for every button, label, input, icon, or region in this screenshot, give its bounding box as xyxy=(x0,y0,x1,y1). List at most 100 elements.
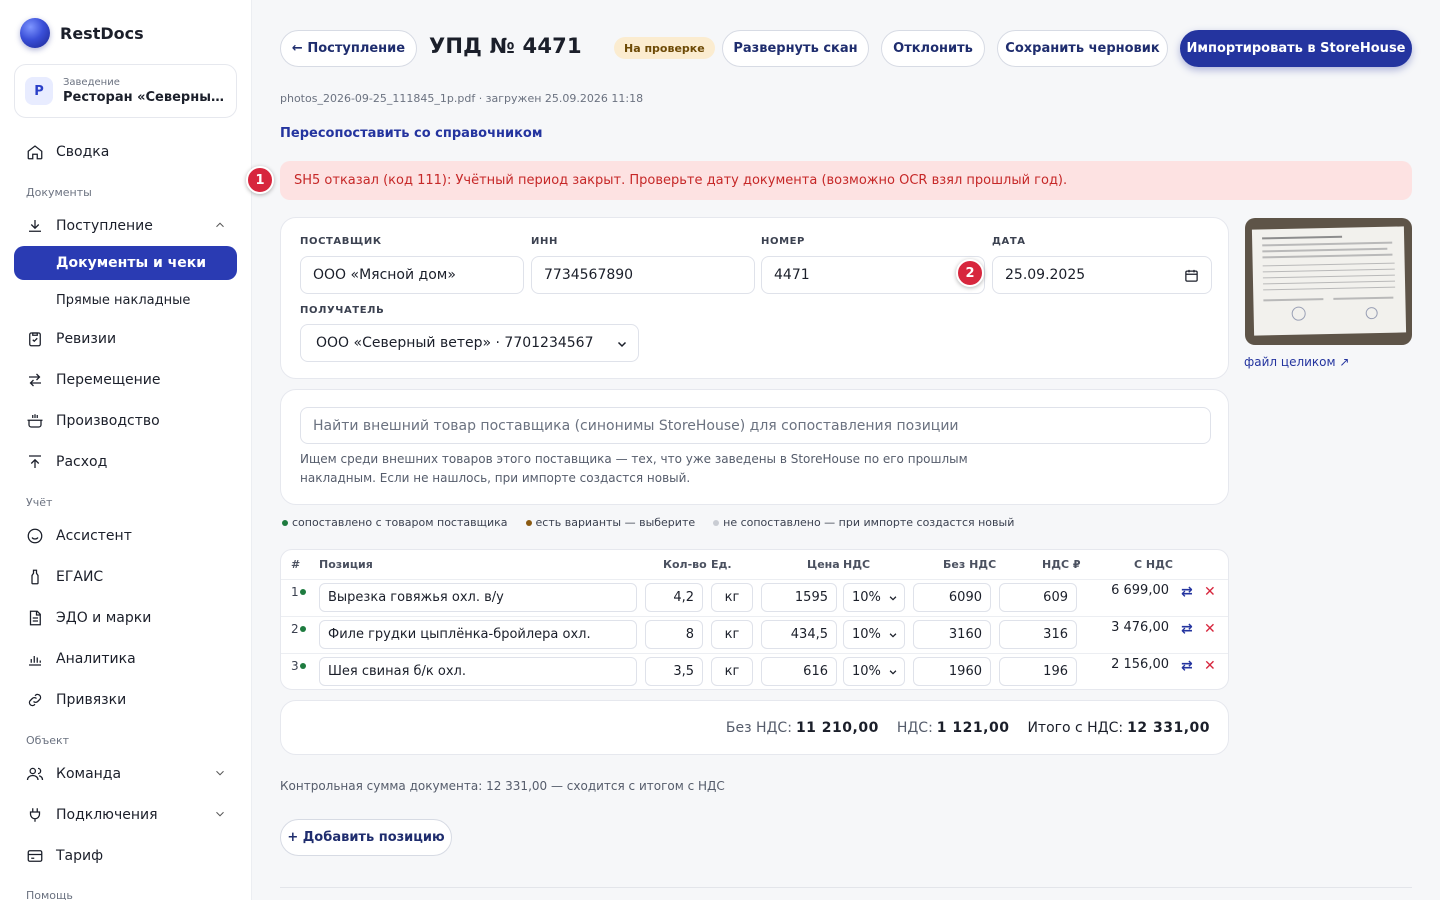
no-vat-input[interactable]: 1960 xyxy=(913,657,991,686)
divider xyxy=(280,887,1412,888)
venue-avatar: Р xyxy=(25,77,53,105)
swap-icon[interactable]: ⇄ xyxy=(1181,584,1193,600)
vat-sum-input[interactable]: 196 xyxy=(999,657,1077,686)
delete-icon[interactable]: ✕ xyxy=(1204,584,1216,600)
unit-input[interactable]: кг xyxy=(711,583,753,612)
section-object: Объект xyxy=(26,734,70,747)
sidebar-item-tariff[interactable]: Тариф xyxy=(14,839,237,873)
no-vat-input[interactable]: 6090 xyxy=(913,583,991,612)
clipboard-check-icon xyxy=(29,332,41,347)
delete-icon[interactable]: ✕ xyxy=(1204,658,1216,674)
sidebar-item-label: Тариф xyxy=(56,848,104,864)
search-hint: Ищем среди внешних товаров этого поставщ… xyxy=(300,452,968,485)
match-legend: сопоставлено с товаром поставщика есть в… xyxy=(282,516,1014,529)
sidebar-item-edo[interactable]: ЭДО и марки xyxy=(14,601,237,635)
sidebar-item-label: Привязки xyxy=(56,692,127,708)
row-total: 2 156,00 xyxy=(1111,657,1169,672)
vat-sum-input[interactable]: 316 xyxy=(999,620,1077,649)
price-input[interactable]: 1595 xyxy=(761,583,837,612)
inn-field[interactable]: 7734567890 xyxy=(531,256,755,294)
date-field[interactable]: 25.09.2025 xyxy=(992,256,1212,294)
full-file-link[interactable]: файл целиком ↗ xyxy=(1244,355,1349,369)
status-badge: На проверке xyxy=(614,37,715,59)
sidebar-item-production[interactable]: Производство xyxy=(14,404,237,438)
column-header: НДС xyxy=(843,558,871,571)
vat-rate-select[interactable]: 10% xyxy=(843,620,905,649)
pot-icon xyxy=(27,414,43,428)
chevron-down-icon xyxy=(889,670,897,675)
position-name-input[interactable]: Вырезка говяжья охл. в/у xyxy=(319,583,637,612)
section-help: Помощь xyxy=(26,889,73,900)
swap-icon[interactable]: ⇄ xyxy=(1181,658,1193,674)
calendar-icon[interactable] xyxy=(1184,268,1199,283)
sidebar-item-label: Поступление xyxy=(56,218,153,234)
sidebar-item-connections[interactable]: Подключения xyxy=(14,798,237,832)
number-field[interactable]: 4471 xyxy=(761,256,985,294)
add-position-button[interactable]: + Добавить позицию xyxy=(280,819,452,856)
qty-input[interactable]: 8 xyxy=(645,620,703,649)
matched-dot-icon xyxy=(282,519,288,526)
control-sum-note: Контрольная сумма документа: 12 331,00 —… xyxy=(280,779,725,793)
reject-button[interactable]: Отклонить xyxy=(881,30,985,67)
sidebar-item-revisions[interactable]: Ревизии xyxy=(14,322,237,356)
sidebar-item-label: Аналитика xyxy=(56,651,136,667)
swap-icon[interactable]: ⇄ xyxy=(1181,621,1193,637)
column-header: Цена xyxy=(807,558,840,571)
no-vat-total-value: 11 210,00 xyxy=(795,720,879,736)
position-name-input[interactable]: Шея свиная б/к охл. xyxy=(319,657,637,686)
row-total: 3 476,00 xyxy=(1111,620,1169,635)
sidebar-item-label: Прямые накладные xyxy=(56,292,191,308)
sidebar-item-egais[interactable]: ЕГАИС xyxy=(14,560,237,594)
sidebar-item-expense[interactable]: Расход xyxy=(14,445,237,479)
date-label: ДАТА xyxy=(992,236,1026,247)
save-draft-button[interactable]: Сохранить черновик xyxy=(997,30,1168,67)
sidebar-item-bindings[interactable]: Привязки xyxy=(14,683,237,717)
supplier-product-search-input[interactable]: Найти внешний товар поставщика (синонимы… xyxy=(300,407,1211,444)
vat-total-value: 1 121,00 xyxy=(936,720,1010,736)
brand-logo xyxy=(20,18,50,48)
chevron-down-icon xyxy=(216,770,224,776)
table-row: 3 Шея свиная б/к охл. 3,5 кг 616 10% 196… xyxy=(281,653,1228,690)
sidebar-item-direct-invoices[interactable]: Прямые накладные xyxy=(14,283,237,317)
sidebar-item-label: Команда xyxy=(56,766,122,782)
sidebar-item-analytics[interactable]: Аналитика xyxy=(14,642,237,676)
qty-input[interactable]: 4,2 xyxy=(645,583,703,612)
legend-label: сопоставлено с товаром поставщика xyxy=(292,516,508,529)
sidebar-item-assistant[interactable]: Ассистент xyxy=(14,519,237,553)
grand-total-value: 12 331,00 xyxy=(1127,720,1210,736)
sidebar-item-receipts[interactable]: Поступление xyxy=(14,209,237,243)
sidebar-item-documents-checks[interactable]: Документы и чеки xyxy=(14,246,237,280)
vat-rate-select[interactable]: 10% xyxy=(843,657,905,686)
supplier-field[interactable]: ООО «Мясной дом» xyxy=(300,256,524,294)
venue-selector[interactable]: Р Заведение Ресторан «Северный ... xyxy=(14,64,237,118)
import-storehouse-button[interactable]: Импортировать в StoreHouse xyxy=(1180,30,1412,67)
vat-sum-input[interactable]: 609 xyxy=(999,583,1077,612)
price-input[interactable]: 616 xyxy=(761,657,837,686)
legend-variants: есть варианты — выберите xyxy=(525,516,695,529)
column-header: Кол-во xyxy=(663,558,707,571)
scan-preview-image xyxy=(1251,226,1407,336)
recipient-select[interactable]: ООО «Северный ветер» · 7701234567 xyxy=(300,324,639,362)
sidebar-item-transfer[interactable]: Перемещение xyxy=(14,363,237,397)
delete-icon[interactable]: ✕ xyxy=(1204,621,1216,637)
back-button[interactable]: ← Поступление xyxy=(280,30,417,67)
expand-scan-button[interactable]: Развернуть скан xyxy=(722,30,869,67)
unit-input[interactable]: кг xyxy=(711,620,753,649)
chevron-down-icon xyxy=(617,341,627,348)
remap-link[interactable]: Пересопоставить со справочником xyxy=(280,126,542,141)
price-input[interactable]: 434,5 xyxy=(761,620,837,649)
column-header: С НДС xyxy=(1134,558,1173,571)
sidebar-item-label: Документы и чеки xyxy=(56,255,207,271)
unit-input[interactable]: кг xyxy=(711,657,753,686)
sidebar-item-summary[interactable]: Сводка xyxy=(14,135,237,169)
qty-input[interactable]: 3,5 xyxy=(645,657,703,686)
brand[interactable]: RestDocs xyxy=(20,18,144,48)
vat-rate-select[interactable]: 10% xyxy=(843,583,905,612)
scan-thumbnail[interactable] xyxy=(1245,218,1412,345)
position-name-input[interactable]: Филе грудки цыплёнка-бройлера охл. xyxy=(319,620,637,649)
matched-dot-icon xyxy=(300,589,306,595)
no-vat-input[interactable]: 3160 xyxy=(913,620,991,649)
chevron-up-icon xyxy=(216,222,224,228)
sidebar-item-team[interactable]: Команда xyxy=(14,757,237,791)
vat-total: НДС: 1 121,00 xyxy=(897,720,1010,736)
